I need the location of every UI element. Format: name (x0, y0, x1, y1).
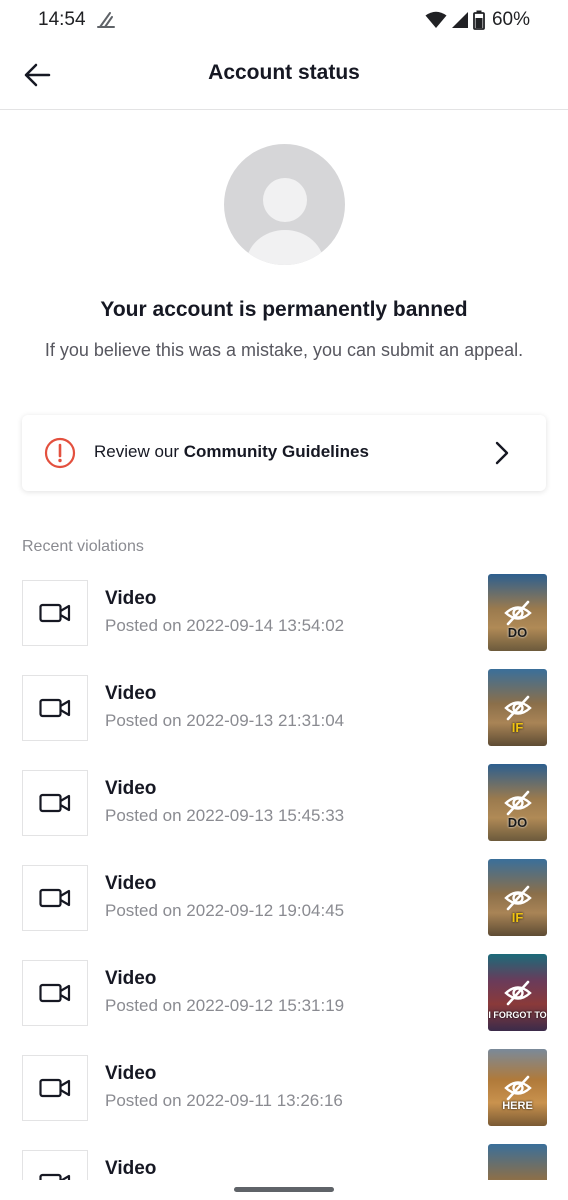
video-thumbnail[interactable]: I FORGOT TO (488, 954, 547, 1031)
violation-title: Video (105, 588, 157, 609)
violation-row[interactable]: Video Posted on 2022-09-12 19:04:45 IF (0, 859, 568, 939)
app-notification-icon (97, 12, 115, 28)
violation-date: Posted on 2022-09-12 19:04:45 (105, 901, 345, 920)
video-type-box (22, 770, 88, 836)
video-type-box (22, 1150, 88, 1180)
violation-row[interactable]: Video Posted on 2022-09-13 15:45:33 DO (0, 764, 568, 844)
chevron-right-icon (495, 441, 509, 465)
eye-slash-icon (504, 1075, 532, 1101)
violation-date: Posted on 2022-09-12 15:31:19 (105, 996, 345, 1015)
status-icons: 60% (425, 8, 530, 32)
violation-title: Video (105, 683, 157, 704)
thumbnail-caption: HERE (502, 1100, 533, 1112)
video-thumbnail[interactable]: HERE (488, 1049, 547, 1126)
eye-slash-icon (504, 790, 532, 816)
video-thumbnail[interactable] (488, 1144, 547, 1180)
violation-title: Video (105, 968, 157, 989)
battery-percentage: 60% (491, 9, 530, 30)
video-camera-icon (39, 698, 71, 718)
eye-slash-icon (504, 885, 532, 911)
violation-title: Video (105, 1158, 157, 1179)
video-type-box (22, 960, 88, 1026)
eye-slash-icon (504, 695, 532, 721)
violation-date: Posted on 2022-09-11 13:26:16 (105, 1091, 343, 1110)
exclamation-circle-icon (44, 437, 76, 469)
guidelines-link[interactable]: Community Guidelines (184, 442, 369, 461)
thumbnail-caption: I FORGOT TO (488, 1010, 547, 1020)
violation-title: Video (105, 1063, 157, 1084)
thumbnail-caption: IF (511, 720, 524, 735)
violation-title: Video (105, 778, 157, 799)
signal-icon (451, 12, 468, 28)
violation-title: Video (105, 873, 157, 894)
violation-date: Posted on 2022-09-13 15:45:33 (105, 806, 345, 825)
violation-date: Posted on 2022-09-13 21:31:04 (105, 711, 345, 730)
video-thumbnail[interactable]: DO (488, 764, 547, 841)
violation-date: Posted on 2022-09-14 13:54:02 (105, 616, 345, 635)
thumbnail-caption: DO (507, 815, 528, 830)
video-camera-icon (39, 603, 71, 623)
video-thumbnail[interactable]: DO (488, 574, 547, 651)
video-camera-icon (39, 983, 71, 1003)
video-type-box (22, 580, 88, 646)
video-camera-icon (39, 1173, 71, 1180)
ban-title: Your account is permanently banned (100, 298, 468, 321)
violation-row[interactable]: Video (0, 1144, 568, 1180)
wifi-icon (425, 11, 447, 28)
avatar (224, 144, 345, 265)
status-bar: 14:54 60% (0, 0, 568, 40)
video-type-box (22, 675, 88, 741)
video-thumbnail[interactable]: IF (488, 669, 547, 746)
violation-row[interactable]: Video Posted on 2022-09-12 15:31:19 I FO… (0, 954, 568, 1034)
header: Account status (0, 40, 568, 110)
video-thumbnail[interactable]: IF (488, 859, 547, 936)
ban-message: If you believe this was a mistake, you c… (44, 340, 524, 360)
video-camera-icon (39, 888, 71, 908)
community-guidelines-card[interactable]: Review our Community Guidelines (22, 415, 546, 491)
video-type-box (22, 1055, 88, 1121)
eye-slash-icon (504, 980, 532, 1006)
thumbnail-caption: IF (511, 910, 524, 925)
guidelines-text: Review our Community Guidelines (94, 442, 369, 462)
violation-row[interactable]: Video Posted on 2022-09-14 13:54:02 DO (0, 574, 568, 654)
home-indicator[interactable] (234, 1187, 334, 1192)
page-title: Account status (208, 61, 360, 84)
guidelines-prefix: Review our (94, 442, 184, 461)
violation-row[interactable]: Video Posted on 2022-09-11 13:26:16 HERE (0, 1049, 568, 1129)
status-time: 14:54 (38, 9, 86, 30)
eye-slash-icon (504, 600, 532, 626)
battery-icon (473, 10, 485, 30)
video-camera-icon (39, 793, 71, 813)
recent-violations-label: Recent violations (22, 538, 144, 555)
video-camera-icon (39, 1078, 71, 1098)
video-type-box (22, 865, 88, 931)
violation-row[interactable]: Video Posted on 2022-09-13 21:31:04 IF (0, 669, 568, 749)
thumbnail-caption: DO (507, 625, 528, 640)
